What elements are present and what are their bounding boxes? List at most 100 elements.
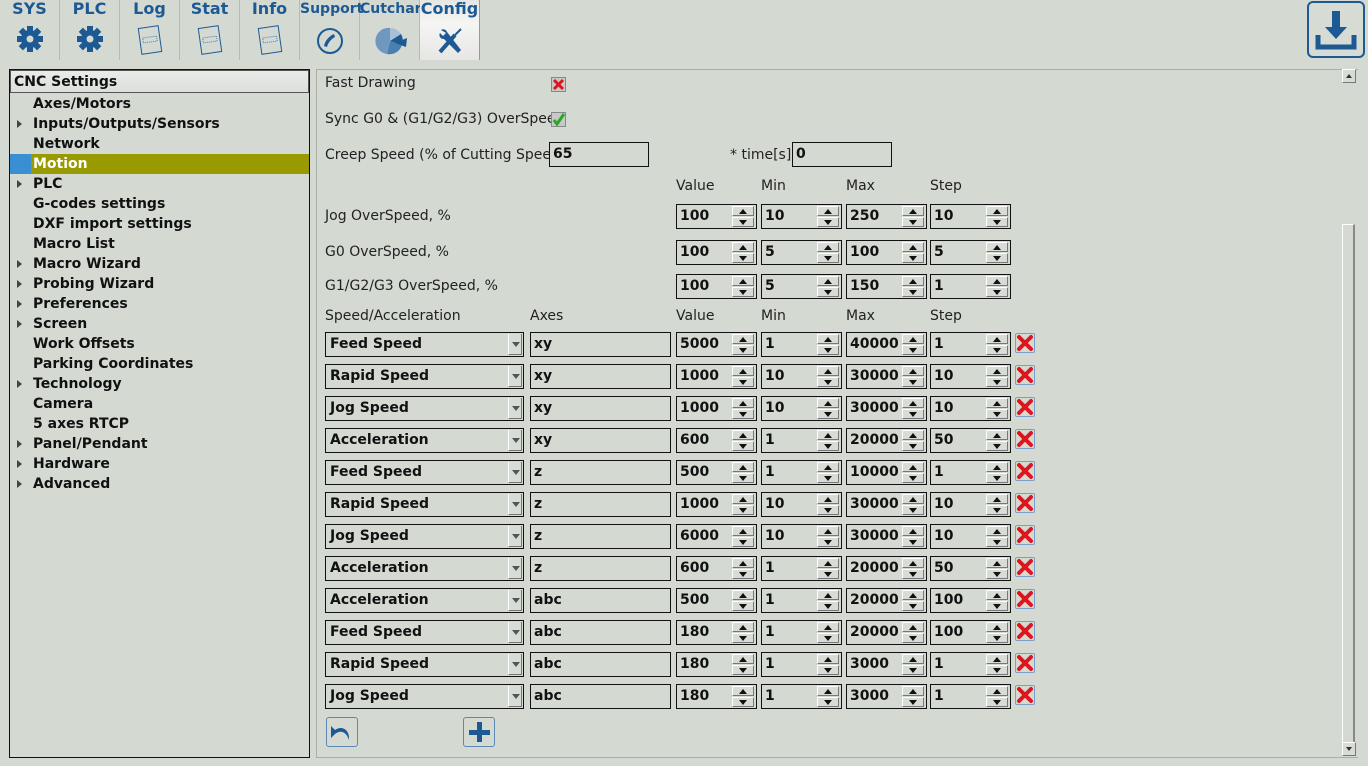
axes-input[interactable]: abc <box>530 652 671 677</box>
spin-up-button[interactable] <box>986 334 1008 344</box>
delete-row-button[interactable] <box>1015 397 1035 417</box>
chevron-down-icon[interactable] <box>508 590 522 611</box>
speed-min-spinbox[interactable]: 1 <box>761 588 842 613</box>
speed-type-select[interactable]: Jog Speed <box>325 396 524 421</box>
delete-row-button[interactable] <box>1015 621 1035 641</box>
spin-down-button[interactable] <box>902 441 924 451</box>
spin-down-button[interactable] <box>817 537 839 547</box>
overspeed-value-spinbox[interactable]: 100 <box>676 240 757 265</box>
spin-down-button[interactable] <box>902 287 924 297</box>
speed-min-spinbox[interactable]: 10 <box>761 492 842 517</box>
spin-up-button[interactable] <box>732 494 754 504</box>
speed-value-spinbox[interactable]: 1000 <box>676 492 757 517</box>
tab-log[interactable]: Log <box>120 0 180 60</box>
speed-step-spinbox[interactable]: 1 <box>930 684 1011 709</box>
speed-value-spinbox[interactable]: 180 <box>676 620 757 645</box>
spin-up-button[interactable] <box>732 622 754 632</box>
spin-down-button[interactable] <box>817 287 839 297</box>
overspeed-value-spinbox[interactable]: 100 <box>676 204 757 229</box>
delete-row-button[interactable] <box>1015 653 1035 673</box>
speed-step-spinbox[interactable]: 10 <box>930 364 1011 389</box>
spin-down-button[interactable] <box>986 409 1008 419</box>
chevron-down-icon[interactable] <box>508 398 522 419</box>
chevron-down-icon[interactable] <box>508 462 522 483</box>
creep-speed-input[interactable]: 65 <box>549 142 649 167</box>
spin-up-button[interactable] <box>986 654 1008 664</box>
spin-down-button[interactable] <box>902 633 924 643</box>
tree-item-probing-wizard[interactable]: Probing Wizard <box>10 274 309 294</box>
spin-down-button[interactable] <box>902 505 924 515</box>
delete-row-button[interactable] <box>1015 589 1035 609</box>
spin-down-button[interactable] <box>902 569 924 579</box>
expand-arrow-icon[interactable] <box>17 180 22 188</box>
spin-up-button[interactable] <box>986 686 1008 696</box>
spin-down-button[interactable] <box>902 473 924 483</box>
spin-down-button[interactable] <box>986 377 1008 387</box>
expand-arrow-icon[interactable] <box>17 480 22 488</box>
spin-down-button[interactable] <box>732 409 754 419</box>
axes-input[interactable]: z <box>530 556 671 581</box>
spin-up-button[interactable] <box>817 366 839 376</box>
speed-min-spinbox[interactable]: 1 <box>761 556 842 581</box>
speed-type-select[interactable]: Jog Speed <box>325 684 524 709</box>
tree-header[interactable]: CNC Settings <box>10 70 309 93</box>
spin-up-button[interactable] <box>986 462 1008 472</box>
tree-item-inputs-outputs-sensors[interactable]: Inputs/Outputs/Sensors <box>10 114 309 134</box>
spin-down-button[interactable] <box>817 217 839 227</box>
tree-item-g-codes-settings[interactable]: G-codes settings <box>10 194 309 214</box>
spin-down-button[interactable] <box>986 253 1008 263</box>
spin-up-button[interactable] <box>732 366 754 376</box>
speed-type-select[interactable]: Rapid Speed <box>325 492 524 517</box>
tab-config[interactable]: Config <box>420 0 480 60</box>
tab-stat[interactable]: Stat <box>180 0 240 60</box>
tree-item-macro-list[interactable]: Macro List <box>10 234 309 254</box>
tree-item-technology[interactable]: Technology <box>10 374 309 394</box>
speed-value-spinbox[interactable]: 600 <box>676 428 757 453</box>
tree-item-hardware[interactable]: Hardware <box>10 454 309 474</box>
speed-type-select[interactable]: Feed Speed <box>325 460 524 485</box>
delete-row-button[interactable] <box>1015 557 1035 577</box>
tree-item-axes-motors[interactable]: Axes/Motors <box>10 94 309 114</box>
speed-value-spinbox[interactable]: 5000 <box>676 332 757 357</box>
speed-min-spinbox[interactable]: 1 <box>761 620 842 645</box>
spin-down-button[interactable] <box>902 345 924 355</box>
spin-up-button[interactable] <box>732 462 754 472</box>
speed-value-spinbox[interactable]: 1000 <box>676 364 757 389</box>
overspeed-min-spinbox[interactable]: 5 <box>761 240 842 265</box>
expand-arrow-icon[interactable] <box>17 440 22 448</box>
tree-item-dxf-import-settings[interactable]: DXF import settings <box>10 214 309 234</box>
download-button[interactable] <box>1307 1 1365 58</box>
delete-row-button[interactable] <box>1015 461 1035 481</box>
speed-min-spinbox[interactable]: 1 <box>761 332 842 357</box>
spin-up-button[interactable] <box>986 590 1008 600</box>
spin-down-button[interactable] <box>817 505 839 515</box>
spin-up-button[interactable] <box>817 242 839 252</box>
expand-arrow-icon[interactable] <box>17 300 22 308</box>
overspeed-min-spinbox[interactable]: 10 <box>761 204 842 229</box>
spin-up-button[interactable] <box>902 526 924 536</box>
speed-max-spinbox[interactable]: 20000 <box>846 556 927 581</box>
spin-down-button[interactable] <box>817 697 839 707</box>
spin-up-button[interactable] <box>902 334 924 344</box>
chevron-down-icon[interactable] <box>508 334 522 355</box>
spin-down-button[interactable] <box>732 345 754 355</box>
spin-down-button[interactable] <box>902 377 924 387</box>
speed-type-select[interactable]: Jog Speed <box>325 524 524 549</box>
speed-step-spinbox[interactable]: 50 <box>930 556 1011 581</box>
speed-value-spinbox[interactable]: 500 <box>676 460 757 485</box>
speed-min-spinbox[interactable]: 1 <box>761 428 842 453</box>
speed-max-spinbox[interactable]: 30000 <box>846 492 927 517</box>
spin-up-button[interactable] <box>986 494 1008 504</box>
spin-up-button[interactable] <box>817 622 839 632</box>
speed-step-spinbox[interactable]: 1 <box>930 652 1011 677</box>
spin-down-button[interactable] <box>817 345 839 355</box>
tree-item-network[interactable]: Network <box>10 134 309 154</box>
spin-up-button[interactable] <box>902 558 924 568</box>
tab-plc[interactable]: PLC <box>60 0 120 60</box>
spin-up-button[interactable] <box>902 242 924 252</box>
spin-up-button[interactable] <box>986 558 1008 568</box>
spin-up-button[interactable] <box>986 526 1008 536</box>
speed-value-spinbox[interactable]: 500 <box>676 588 757 613</box>
spin-down-button[interactable] <box>732 601 754 611</box>
spin-down-button[interactable] <box>986 697 1008 707</box>
